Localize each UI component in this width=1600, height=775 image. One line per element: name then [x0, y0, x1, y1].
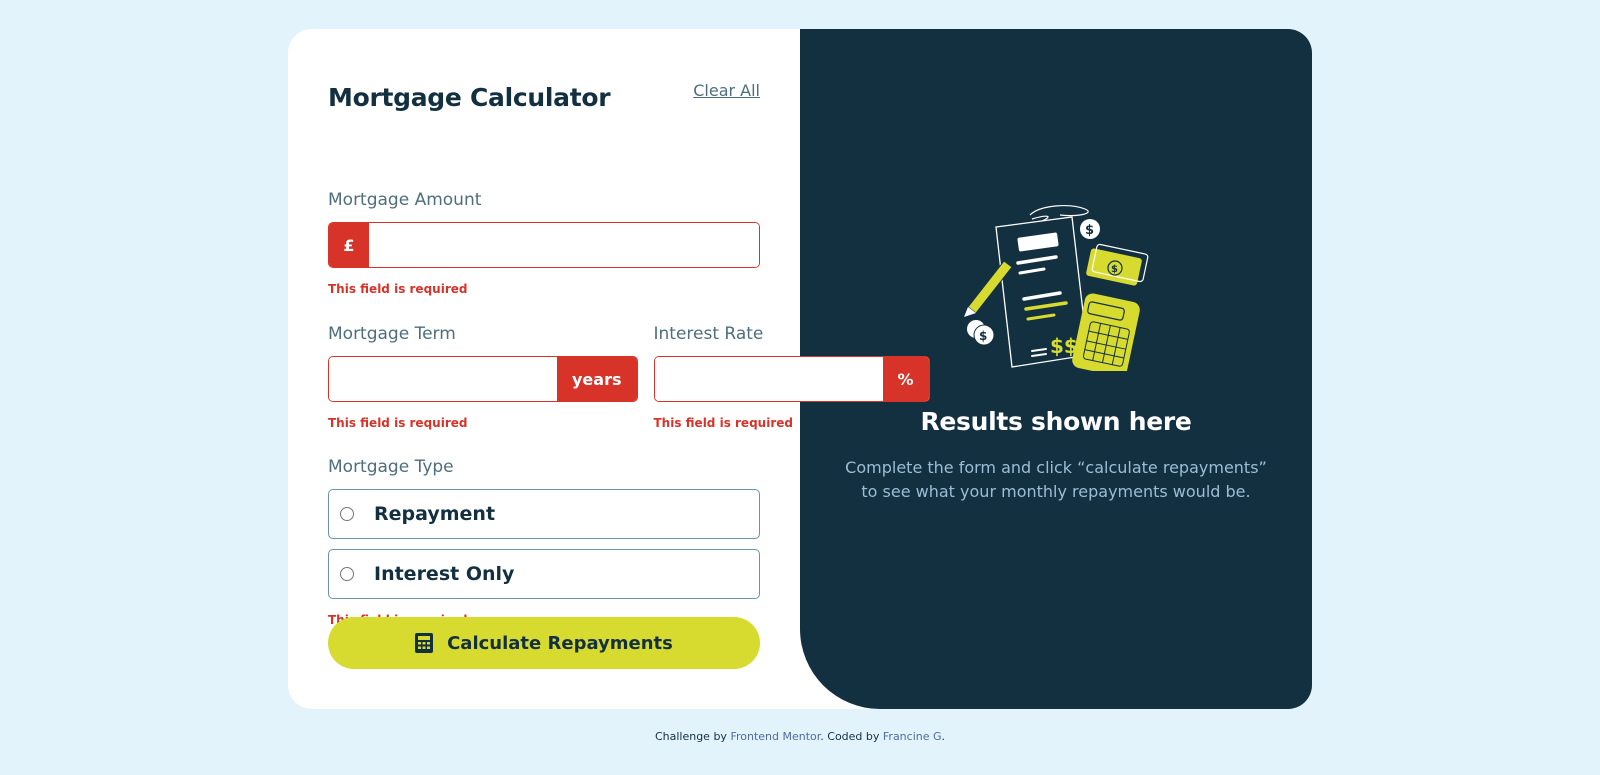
interest-rate-error: This field is required [653, 416, 793, 430]
mortgage-amount-field: Mortgage Amount £ This field is required [328, 189, 760, 296]
mortgage-type-field: Mortgage Type Repayment Interest Only Th… [328, 456, 760, 627]
mortgage-term-field: Mortgage Term years This field is requir… [328, 323, 638, 430]
calculate-repayments-label: Calculate Repayments [447, 632, 673, 654]
svg-text:$: $ [979, 329, 987, 343]
interest-only-label: Interest Only [374, 563, 515, 585]
frontend-mentor-link[interactable]: Frontend Mentor [730, 730, 820, 743]
form-header: Mortgage Calculator Clear All [328, 69, 760, 189]
mortgage-amount-input[interactable] [369, 223, 759, 267]
footer-middle: . Coded by [820, 730, 883, 743]
years-suffix: years [557, 357, 637, 401]
mortgage-term-error: This field is required [328, 416, 468, 430]
interest-rate-field: Interest Rate % This field is required [653, 323, 930, 430]
interest-rate-input[interactable] [654, 357, 883, 401]
calculate-repayments-button[interactable]: Calculate Repayments [328, 617, 760, 669]
mortgage-term-label: Mortgage Term [328, 324, 456, 344]
results-description: Complete the form and click “calculate r… [845, 458, 1267, 501]
interest-rate-input-group: % [653, 356, 930, 402]
svg-text:$: $ [1085, 223, 1094, 238]
empty-results-illustration: $$$ $ $ $ [964, 205, 1149, 371]
clear-all-link[interactable]: Clear All [693, 81, 760, 100]
attribution-footer: Challenge by Frontend Mentor. Coded by F… [0, 730, 1600, 743]
results-title: Results shown here [920, 407, 1192, 436]
author-link[interactable]: Francine G [883, 730, 942, 743]
footer-prefix: Challenge by [654, 730, 731, 743]
interest-only-radio[interactable] [340, 567, 354, 581]
svg-text:$: $ [1111, 264, 1118, 275]
repayment-radio[interactable] [340, 507, 354, 521]
term-rate-row: Mortgage Term years This field is requir… [328, 323, 930, 430]
mortgage-term-input[interactable] [329, 357, 557, 401]
mortgage-amount-input-group: £ [328, 222, 760, 268]
page-title: Mortgage Calculator [328, 83, 611, 112]
form-panel: Mortgage Calculator Clear All Mortgage A… [288, 29, 930, 709]
mortgage-amount-label: Mortgage Amount [328, 190, 482, 210]
interest-only-option[interactable]: Interest Only [328, 549, 760, 599]
percent-suffix: % [882, 357, 929, 401]
mortgage-card: Mortgage Calculator Clear All Mortgage A… [288, 29, 1312, 709]
interest-rate-label: Interest Rate [653, 324, 764, 344]
repayment-label: Repayment [374, 503, 496, 525]
calculator-icon [415, 633, 434, 653]
mortgage-type-label: Mortgage Type [328, 457, 454, 477]
mortgage-amount-error: This field is required [328, 282, 468, 296]
mortgage-term-input-group: years [328, 356, 638, 402]
pound-prefix: £ [329, 223, 369, 267]
repayment-option[interactable]: Repayment [328, 489, 760, 539]
footer-suffix: . [941, 730, 946, 743]
